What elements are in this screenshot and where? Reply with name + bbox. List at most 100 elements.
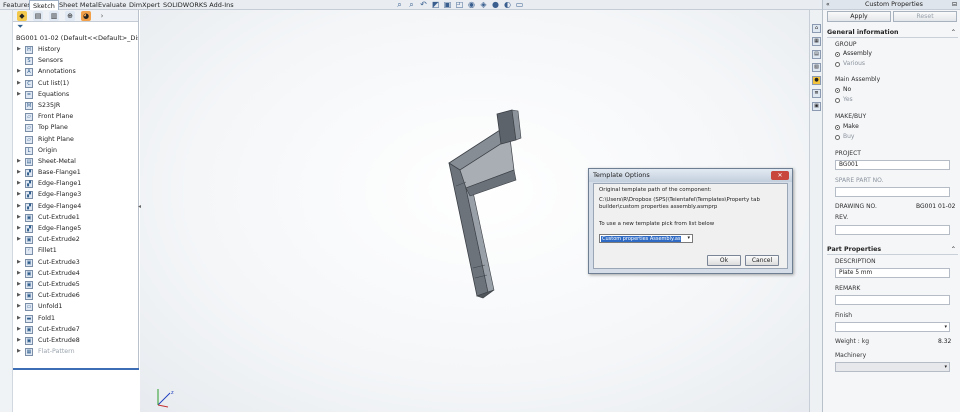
custom-properties-icon[interactable]: ≣ — [812, 89, 821, 98]
ok-button[interactable]: Ok — [707, 255, 741, 266]
tab-dimxpert[interactable]: DimXpert — [126, 0, 163, 10]
tab-solidworks-add-ins[interactable]: SOLIDWORKS Add-Ins — [160, 0, 237, 10]
appearances-icon[interactable]: ● — [812, 76, 821, 85]
expand-arrow-icon[interactable]: ▶ — [17, 167, 21, 178]
tree-item[interactable]: ▶ ▣ Cut-Extrude3 — [13, 257, 138, 268]
expand-arrow-icon[interactable]: ▶ — [17, 313, 21, 324]
tree-item-label: Cut-Extrude4 — [38, 269, 80, 277]
expand-arrow-icon[interactable]: ▶ — [17, 44, 21, 55]
tab-sketch[interactable]: Sketch — [29, 0, 59, 10]
expand-arrow-icon[interactable]: ▶ — [17, 189, 21, 200]
remark-field[interactable] — [835, 295, 950, 305]
expand-arrow-icon[interactable]: ▶ — [17, 223, 21, 234]
expand-arrow-icon[interactable]: ▶ — [17, 66, 21, 77]
tree-item[interactable]: ▶ C Cut list(1) — [13, 78, 138, 89]
spare-part-no-field[interactable] — [835, 187, 950, 197]
collapse-panel-icon[interactable]: ◂ — [138, 203, 143, 215]
tab-evaluate[interactable]: Evaluate — [95, 0, 129, 10]
finish-select[interactable]: ▾ — [835, 322, 950, 332]
more-tabs-icon[interactable]: › — [97, 11, 107, 21]
part-properties-header[interactable]: Part Properties ⌃ — [827, 245, 958, 255]
rev-field[interactable] — [835, 225, 950, 235]
view-palette-icon[interactable]: ▧ — [812, 63, 821, 72]
pin-icon[interactable]: ⊟ — [952, 0, 957, 10]
expand-arrow-icon[interactable]: ▶ — [17, 234, 21, 245]
tree-item[interactable]: ▶ A Annotations — [13, 66, 138, 77]
expand-arrow-icon[interactable]: ▶ — [17, 301, 21, 312]
close-icon[interactable]: ✕ — [771, 171, 789, 180]
zoom-to-area-icon[interactable]: ⌕ — [407, 0, 416, 9]
tree-item[interactable]: ▶ ▣ Cut-Extrude6 — [13, 290, 138, 301]
project-field[interactable]: BG001 — [835, 160, 950, 170]
expand-arrow-icon[interactable]: ▶ — [17, 156, 21, 167]
expand-arrow-icon[interactable]: ▶ — [17, 212, 21, 223]
tree-item[interactable]: ▶ ▣ Cut-Extrude8 — [13, 335, 138, 346]
tree-root-part[interactable]: BG001 01-02 (Default<<Default>_Display — [13, 32, 138, 44]
view-settings-icon[interactable]: ▭ — [515, 0, 524, 9]
tree-item[interactable]: ▶ ▭ Unfold1 — [13, 301, 138, 312]
feature-manager-tab-icon[interactable]: ◆ — [17, 10, 27, 21]
tree-item[interactable]: ▶ ▦ Flat-Pattern — [13, 346, 138, 357]
description-field[interactable]: Plate 5 mm — [835, 268, 950, 278]
property-manager-tab-icon[interactable]: ▤ — [33, 10, 43, 21]
tree-item[interactable]: ▶ = Equations — [13, 89, 138, 100]
tree-item[interactable]: ▶ ▣ Cut-Extrude1 — [13, 212, 138, 223]
back-icon[interactable]: « — [826, 0, 830, 10]
expand-arrow-icon[interactable]: ▶ — [17, 201, 21, 212]
design-library-icon[interactable]: ▦ — [812, 37, 821, 46]
machinery-select[interactable]: ▾ — [835, 362, 950, 372]
expand-arrow-icon[interactable]: ▶ — [17, 335, 21, 346]
file-explorer-icon[interactable]: ▤ — [812, 50, 821, 59]
tree-item[interactable]: ▶ ▣ Cut-Extrude5 — [13, 279, 138, 290]
rollback-bar[interactable] — [13, 368, 139, 370]
dynamic-annotation-icon[interactable]: ▣ — [443, 0, 452, 9]
tree-item[interactable]: M S235JR — [13, 100, 138, 111]
radio-unselected-icon — [835, 134, 840, 140]
view-orientation-icon[interactable]: ◰ — [455, 0, 464, 9]
tree-item[interactable]: ▶ ▤ Sheet-Metal — [13, 156, 138, 167]
expand-arrow-icon[interactable]: ▶ — [17, 279, 21, 290]
general-information-header[interactable]: General information ⌃ — [827, 28, 958, 38]
tree-item[interactable]: ▶ ▣ Cut-Extrude2 — [13, 234, 138, 245]
display-style-icon[interactable]: ◉ — [467, 0, 476, 9]
cancel-button[interactable]: Cancel — [745, 255, 779, 266]
hide-show-items-icon[interactable]: ◈ — [479, 0, 488, 9]
edit-appearance-icon[interactable]: ● — [491, 0, 500, 9]
expand-arrow-icon[interactable]: ▶ — [17, 78, 21, 89]
tree-item[interactable]: ▱ Front Plane — [13, 111, 138, 122]
tree-item[interactable]: ◜ Fillet1 — [13, 245, 138, 256]
expand-arrow-icon[interactable]: ▶ — [17, 257, 21, 268]
reset-button[interactable]: Reset — [893, 11, 957, 22]
solidworks-resources-icon[interactable]: ⌂ — [812, 24, 821, 33]
expand-arrow-icon[interactable]: ▶ — [17, 290, 21, 301]
apply-button[interactable]: Apply — [827, 11, 891, 22]
solidworks-forum-icon[interactable]: ▣ — [812, 102, 821, 111]
tree-item[interactable]: ▶ ▞ Edge-Flange3 — [13, 189, 138, 200]
tree-item[interactable]: L Origin — [13, 145, 138, 156]
dimxpert-manager-tab-icon[interactable]: ⊕ — [65, 10, 75, 21]
filter-icon[interactable]: ⏷ — [13, 22, 138, 32]
expand-arrow-icon[interactable]: ▶ — [17, 89, 21, 100]
expand-arrow-icon[interactable]: ▶ — [17, 178, 21, 189]
section-view-icon[interactable]: ◩ — [431, 0, 440, 9]
tree-item[interactable]: ▶ ▬ Fold1 — [13, 313, 138, 324]
tree-item[interactable]: ▱ Top Plane — [13, 122, 138, 133]
template-select[interactable]: Custom properties Assembly.asm ▾ — [599, 234, 693, 243]
tree-item[interactable]: ▶ ▞ Edge-Flange1 — [13, 178, 138, 189]
tree-item[interactable]: S Sensors — [13, 55, 138, 66]
tree-item[interactable]: ▶ H History — [13, 44, 138, 55]
expand-arrow-icon[interactable]: ▶ — [17, 324, 21, 335]
tree-item[interactable]: ▱ Right Plane — [13, 134, 138, 145]
tree-item[interactable]: ▶ ▞ Edge-Flange5 — [13, 223, 138, 234]
tree-item[interactable]: ▶ ▞ Base-Flange1 — [13, 167, 138, 178]
apply-scene-icon[interactable]: ◐ — [503, 0, 512, 9]
configuration-manager-tab-icon[interactable]: ▥ — [49, 10, 59, 21]
tree-item[interactable]: ▶ ▣ Cut-Extrude4 — [13, 268, 138, 279]
previous-view-icon[interactable]: ↶ — [419, 0, 428, 9]
zoom-to-fit-icon[interactable]: ⌕ — [395, 0, 404, 9]
expand-arrow-icon[interactable]: ▶ — [17, 268, 21, 279]
tree-item[interactable]: ▶ ▣ Cut-Extrude7 — [13, 324, 138, 335]
expand-arrow-icon[interactable]: ▶ — [17, 346, 21, 357]
tree-item[interactable]: ▶ ▞ Edge-Flange4 — [13, 201, 138, 212]
display-manager-tab-icon[interactable]: ◕ — [81, 10, 91, 21]
